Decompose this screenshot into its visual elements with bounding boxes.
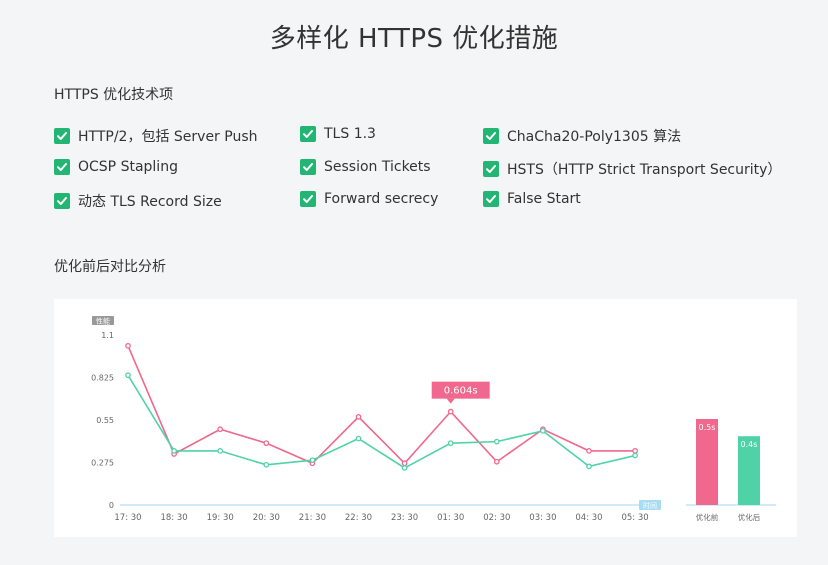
x-tick-label: 03: 30 bbox=[529, 513, 556, 523]
point-before bbox=[586, 448, 592, 454]
series-line-after bbox=[127, 374, 636, 469]
checkbox-checked-icon bbox=[483, 128, 499, 144]
feature-label: OCSP Stapling bbox=[78, 159, 178, 175]
point-after bbox=[632, 452, 638, 459]
checkbox-checked-icon bbox=[300, 126, 316, 142]
x-tick-label: 19: 30 bbox=[207, 513, 234, 523]
x-axis-label: 时间 bbox=[643, 501, 657, 510]
feature-label: ChaCha20-Poly1305 算法 bbox=[507, 129, 682, 145]
feature-item: Forward secrecy bbox=[300, 191, 438, 207]
feature-label: 动态 TLS Record Size bbox=[78, 194, 222, 210]
x-tick-label: 18: 30 bbox=[160, 513, 187, 523]
features-heading: HTTPS 优化技术项 bbox=[54, 87, 174, 103]
feature-item: ChaCha20-Poly1305 算法 bbox=[483, 126, 681, 146]
x-tick-label: 22: 30 bbox=[345, 513, 372, 523]
point-before bbox=[493, 458, 500, 465]
feature-item: False Start bbox=[483, 191, 581, 207]
y-tick-label: 0 bbox=[109, 501, 114, 510]
y-tick-label: 1.1 bbox=[101, 331, 114, 340]
checkbox-checked-icon bbox=[54, 159, 70, 175]
point-before bbox=[263, 440, 270, 447]
point-after bbox=[586, 463, 592, 470]
x-tick-label: 01: 30 bbox=[437, 513, 464, 523]
point-after bbox=[309, 457, 316, 464]
x-tick-label: 05: 30 bbox=[621, 513, 648, 523]
feature-item: HSTS（HTTP Strict Transport Security） bbox=[483, 159, 781, 179]
y-tick-label: 0.275 bbox=[91, 459, 114, 468]
bar-category-label: 优化后 bbox=[738, 512, 761, 522]
x-tick-label: 17: 30 bbox=[114, 513, 141, 523]
point-after bbox=[263, 461, 270, 468]
x-tick-label: 20: 30 bbox=[253, 513, 280, 523]
chart-card: 性能 0 0.275 0.55 0.825 1.1 时间 17: 30 18: 30 19: 30… bbox=[54, 299, 797, 537]
tooltip-label: 0.604s bbox=[444, 386, 478, 397]
point-before bbox=[217, 426, 224, 433]
checkbox-checked-icon bbox=[483, 161, 499, 177]
checkbox-checked-icon bbox=[483, 191, 499, 207]
comparison-chart: 性能 0 0.275 0.55 0.825 1.1 时间 17: 30 18: 30 19: 30… bbox=[91, 316, 776, 523]
feature-label: TLS 1.3 bbox=[324, 126, 376, 142]
series-line-before bbox=[127, 345, 636, 465]
point-after bbox=[171, 448, 177, 454]
checkbox-checked-icon bbox=[54, 128, 70, 144]
y-tick-label: 0.55 bbox=[96, 416, 114, 425]
x-tick-label: 04: 30 bbox=[575, 513, 602, 523]
checkbox-checked-icon bbox=[300, 159, 316, 175]
feature-label: HSTS（HTTP Strict Transport Security） bbox=[507, 162, 782, 178]
checkbox-checked-icon bbox=[54, 193, 70, 209]
point-after bbox=[401, 465, 408, 471]
page-title: 多样化 HTTPS 优化措施 bbox=[269, 24, 559, 54]
bar-category-label: 优化前 bbox=[696, 512, 719, 522]
point-after bbox=[447, 440, 454, 447]
chart-heading: 优化前后对比分析 bbox=[54, 259, 166, 275]
x-tick-label: 21: 30 bbox=[299, 513, 326, 523]
point-after bbox=[493, 438, 500, 445]
point-before bbox=[447, 408, 454, 415]
feature-label: False Start bbox=[507, 191, 581, 207]
point-after bbox=[355, 435, 362, 442]
y-tick-label: 0.825 bbox=[91, 374, 114, 383]
point-before bbox=[401, 460, 408, 467]
point-after bbox=[217, 448, 224, 454]
feature-item: HTTP/2，包括 Server Push bbox=[54, 126, 258, 146]
point-before bbox=[355, 414, 362, 420]
x-tick-label: 23: 30 bbox=[391, 513, 418, 523]
checkbox-checked-icon bbox=[300, 191, 316, 207]
x-tick-label: 02: 30 bbox=[483, 513, 510, 523]
feature-item: OCSP Stapling bbox=[54, 159, 178, 175]
point-after bbox=[125, 372, 131, 379]
tooltip-pointer bbox=[446, 398, 455, 404]
feature-item: 动态 TLS Record Size bbox=[54, 191, 222, 211]
bar-data-label: 0.5s bbox=[699, 423, 716, 432]
feature-item: TLS 1.3 bbox=[300, 126, 376, 142]
bar-data-label: 0.4s bbox=[741, 440, 758, 449]
point-before bbox=[632, 448, 638, 454]
feature-label: Session Tickets bbox=[324, 159, 431, 175]
y-axis-label: 性能 bbox=[96, 317, 110, 326]
point-after bbox=[540, 427, 546, 434]
feature-label: HTTP/2，包括 Server Push bbox=[78, 129, 258, 145]
feature-label: Forward secrecy bbox=[324, 191, 439, 207]
point-before bbox=[125, 342, 131, 349]
feature-item: Session Tickets bbox=[300, 159, 431, 175]
